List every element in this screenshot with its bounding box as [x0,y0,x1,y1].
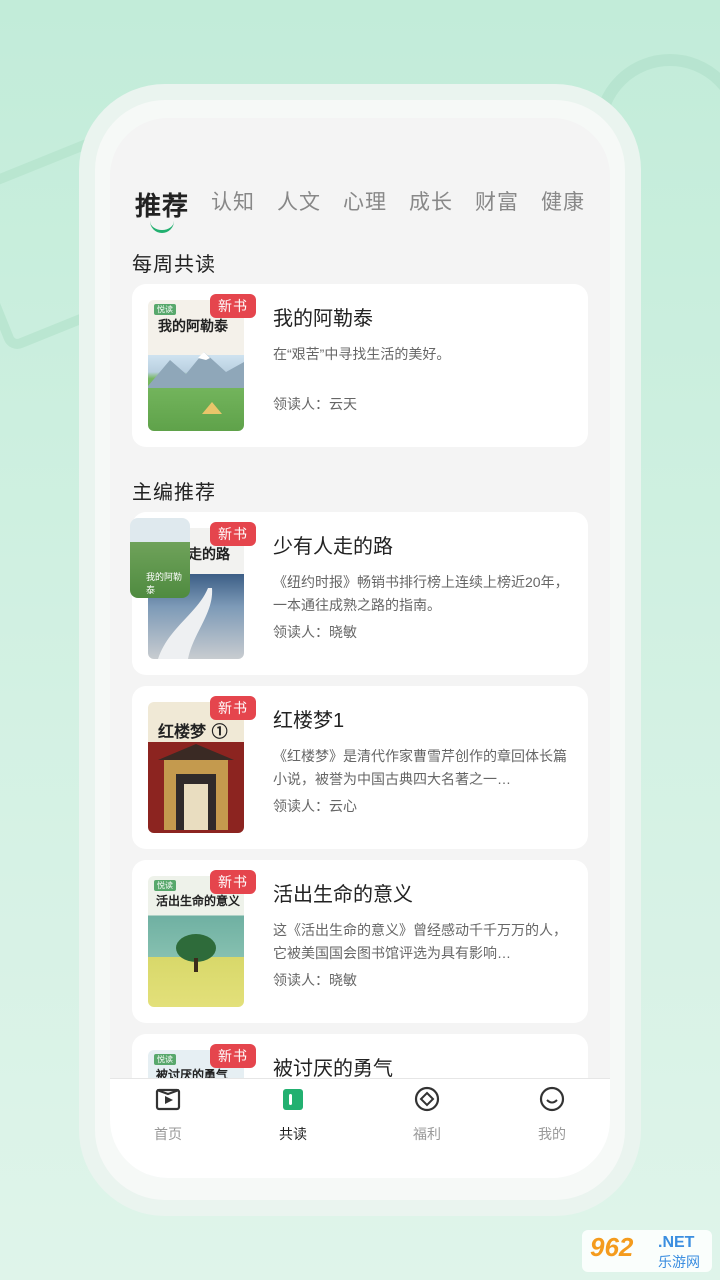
tab-recommend[interactable]: 推荐 [135,186,189,233]
book-title: 我的阿勒泰 [273,308,373,330]
publisher-tag: 悦读 [154,1054,176,1065]
nav-welfare-label: 福利 [413,1126,441,1142]
book-description: 《纽约时报》畅销书排行榜上连续上榜近20年，一本通往成熟之路的指南。 [273,574,569,613]
book-description: 《红楼梦》是清代作家曹雪芹创作的章回体长篇小说，被誉为中国古典四大名著之一… [273,748,567,787]
book-title: 活出生命的意义 [273,884,413,906]
section-title-weekly: 每周共读 [132,254,216,276]
book-card[interactable]: 红楼梦 ① 新书 红楼梦1 《红楼梦》是清代作家曹雪芹创作的章回体长篇小说，被誉… [132,686,588,849]
new-book-badge: 新书 [210,294,256,318]
tab-cognition[interactable]: 认知 [211,186,255,216]
tab-wealth[interactable]: 财富 [475,186,519,216]
category-tabs: 推荐 认知 人文 心理 成长 财富 健康 [135,186,610,246]
book-title: 少有人走的路 [273,536,393,558]
book-card[interactable]: 悦读 我的阿勒泰 新书 我的阿勒泰 在“艰苦”中寻找生活的美好。 领读人：云天 [132,284,588,447]
bottom-nav: 首页 共读 福利 我的 [110,1078,610,1178]
book-cover: 悦读 活出生命的意义 [148,876,244,1007]
nav-coread[interactable]: 共读 [253,1085,333,1144]
site-watermark: 962 .NET 乐游网 [582,1230,712,1272]
nav-welfare[interactable]: 福利 [387,1085,467,1144]
tab-humanities[interactable]: 人文 [277,186,321,216]
overlay-cover: 我的阿勒泰 [130,518,190,598]
nav-home[interactable]: 首页 [128,1085,208,1144]
book-card[interactable]: 走的路 我的阿勒泰 新书 少有人走的路 《纽约时报》畅销书排行榜上连续上榜近20… [130,512,588,675]
watermark-site-name: 乐游网 [658,1254,700,1270]
new-book-badge: 新书 [210,870,256,894]
publisher-tag: 悦读 [154,880,176,891]
cover-title: 走的路 [188,547,230,563]
book-cover: 悦读 我的阿勒泰 [148,300,244,431]
book-title: 红楼梦1 [273,710,345,732]
reader-leader: 领读人：云天 [273,396,357,412]
cover-title: 红楼梦 ① [158,722,228,741]
home-icon [155,1088,181,1111]
welfare-icon [414,1086,440,1112]
profile-icon [539,1086,565,1112]
publisher-tag: 悦读 [154,304,176,315]
nav-home-label: 首页 [154,1126,182,1142]
nav-mine-label: 我的 [538,1126,566,1142]
book-title: 被讨厌的勇气 [273,1058,393,1080]
watermark-number: 962 [590,1232,634,1262]
new-book-badge: 新书 [210,522,256,546]
nav-coread-label: 共读 [279,1126,307,1142]
watermark-net: .NET [658,1234,695,1251]
tab-psychology[interactable]: 心理 [343,186,387,216]
cover-title: 我的阿勒泰 [158,319,228,335]
active-tab-indicator [150,220,174,233]
new-book-badge: 新书 [210,696,256,720]
book-cover: 红楼梦 ① [148,702,244,833]
tab-growth[interactable]: 成长 [409,186,453,216]
cover-title: 活出生命的意义 [156,894,241,908]
book-card[interactable]: 悦读 活出生命的意义 新书 活出生命的意义 这《活出生命的意义》曾经感动千千万万… [132,860,588,1023]
book-description: 这《活出生命的意义》曾经感动千千万万的人，它被美国国会图书馆评选为具有影响… [273,922,567,961]
reader-leader: 领读人：晓敏 [273,624,357,640]
new-book-badge: 新书 [210,1044,256,1068]
coread-icon [283,1089,303,1110]
section-title-editor: 主编推荐 [132,482,216,504]
book-description: 在“艰苦”中寻找生活的美好。 [273,346,451,362]
nav-mine[interactable]: 我的 [512,1085,592,1144]
reader-leader: 领读人：晓敏 [273,972,357,988]
reader-leader: 领读人：云心 [273,798,357,814]
tab-health[interactable]: 健康 [541,186,585,216]
app-screen: 推荐 认知 人文 心理 成长 财富 健康 每周共读 悦读 我的阿勒泰 新书 我的… [110,118,610,1178]
